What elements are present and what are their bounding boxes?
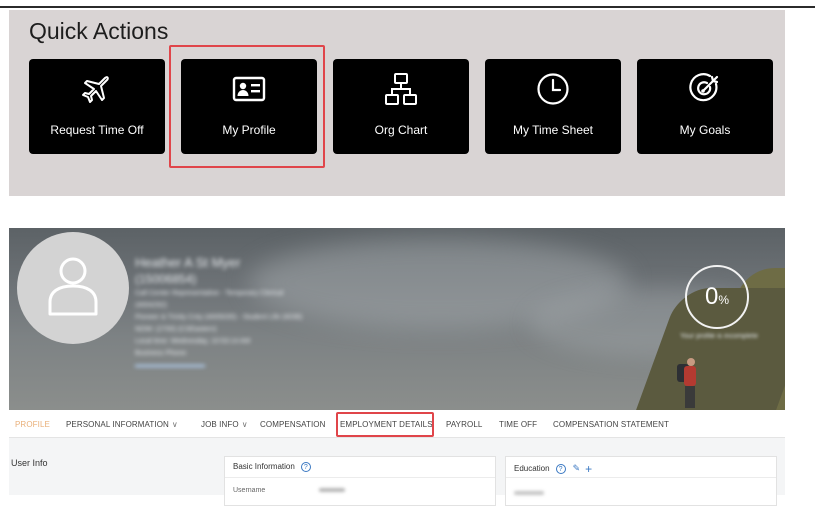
education-card: Education? ✎ +	[505, 456, 777, 506]
tile-label: Request Time Off	[50, 123, 144, 137]
section-title: User Info	[11, 458, 48, 468]
card-header: Basic Information?	[233, 462, 311, 472]
tile-label: Org Chart	[374, 123, 428, 137]
help-icon[interactable]: ?	[555, 464, 566, 474]
user-icon	[48, 257, 98, 316]
tile-label: My Goals	[679, 123, 731, 137]
tab-profile[interactable]: PROFILE	[15, 420, 50, 429]
card-header: Education? ✎ +	[514, 462, 593, 476]
business-phone-label: Business Phone:	[135, 350, 188, 357]
tab-compensation-statement[interactable]: COMPENSATION STATEMENT	[553, 420, 669, 429]
target-icon	[689, 73, 719, 102]
username-value	[319, 488, 345, 492]
profile-completion-ring[interactable]: 0%	[685, 265, 749, 329]
chevron-down-icon: ∨	[171, 420, 178, 429]
tab-compensation[interactable]: COMPENSATION	[260, 420, 326, 429]
info-line: Call Center Representative - Temporary C…	[135, 290, 284, 297]
employee-info: Heather A St Myer (15006854) Call Center…	[135, 254, 365, 372]
basic-information-card: Basic Information? Username	[224, 456, 496, 506]
tab-job-info[interactable]: JOB INFO ∨	[201, 420, 248, 429]
quick-actions-title: Quick Actions	[29, 18, 169, 44]
plus-icon[interactable]: +	[585, 462, 592, 476]
employee-id: (15006854)	[135, 272, 197, 286]
hiker-figure	[677, 358, 703, 410]
my-goals-tile[interactable]: My Goals	[637, 59, 773, 154]
profile-completion-value: 0%	[704, 283, 730, 310]
divider	[506, 477, 776, 478]
education-value	[514, 491, 544, 495]
employment-details-highlight	[336, 412, 434, 437]
help-icon[interactable]: ?	[300, 462, 311, 472]
clock-icon	[537, 73, 569, 105]
business-phone-link[interactable]: ▬▬▬▬▬▬▬▬▬▬	[135, 360, 365, 372]
chevron-down-icon: ∨	[241, 420, 248, 429]
airplane-icon	[82, 76, 109, 103]
tab-time-off[interactable]: TIME OFF	[499, 420, 537, 429]
employee-name: Heather A St Myer	[135, 255, 241, 270]
quick-actions-panel: Quick Actions Request Time Off My Profil…	[9, 10, 785, 196]
tab-payroll[interactable]: PAYROLL	[446, 420, 482, 429]
tile-label: My Time Sheet	[512, 123, 594, 137]
info-line: Local time: Wednesday, 10:53:14 AM	[135, 338, 251, 345]
profile-content: User Info Basic Information? Username Ed…	[9, 438, 785, 506]
my-profile-highlight	[169, 45, 325, 168]
info-line: (4004292)	[135, 302, 167, 309]
pencil-icon[interactable]: ✎	[573, 463, 581, 473]
profile-page: Heather A St Myer (15006854) Call Center…	[9, 228, 785, 506]
info-line: Pioneer & Trinity Cnty (4005035) - Stude…	[135, 314, 303, 321]
org-chart-icon	[385, 73, 417, 105]
my-time-sheet-tile[interactable]: My Time Sheet	[485, 59, 621, 154]
tab-personal-information[interactable]: PERSONAL INFORMATION ∨	[66, 420, 178, 429]
profile-banner: Heather A St Myer (15006854) Call Center…	[9, 228, 785, 410]
divider	[225, 477, 495, 478]
top-divider	[0, 6, 815, 8]
request-time-off-tile[interactable]: Request Time Off	[29, 59, 165, 154]
username-label: Username	[233, 487, 266, 494]
info-line: NOW: (2700) (CSEastern)	[135, 326, 217, 333]
avatar[interactable]	[17, 232, 129, 344]
profile-completion-note: Your profile is incomplete	[680, 333, 758, 340]
profile-tabs: PROFILE PERSONAL INFORMATION ∨ JOB INFO ∨ …	[9, 410, 785, 438]
org-chart-tile[interactable]: Org Chart	[333, 59, 469, 154]
